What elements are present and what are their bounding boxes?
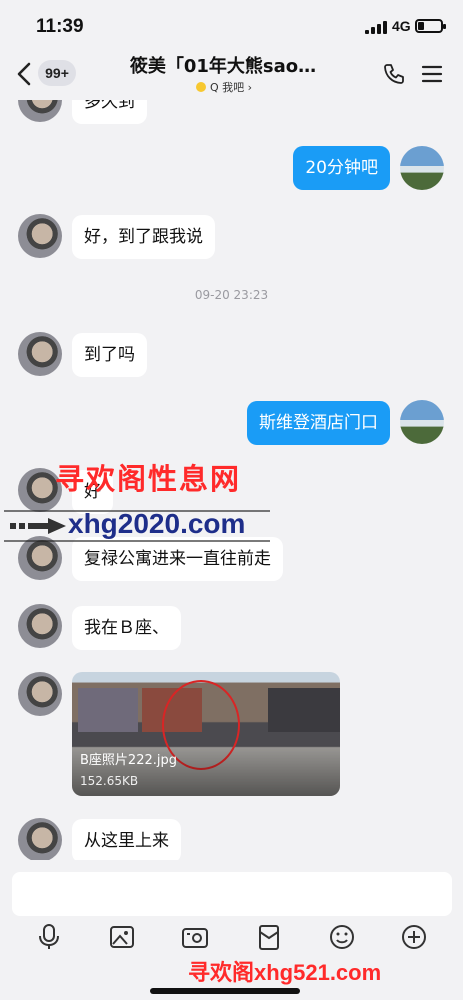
contact-avatar[interactable] [18, 818, 62, 860]
watermark-line [4, 540, 270, 542]
unread-badge[interactable]: 99+ [38, 60, 76, 86]
image-file-size: 152.65KB [80, 774, 139, 788]
watermark-url: 寻欢阁xhg521.com [188, 960, 382, 985]
microphone-icon[interactable] [34, 922, 64, 952]
battery-icon [415, 19, 446, 33]
timestamp: 09-20 23:23 [194, 288, 269, 302]
chat-subtitle[interactable]: Q 我吧 › [196, 79, 252, 95]
chevron-right-icon: › [247, 81, 253, 94]
watermark-url: xhg2020.com [68, 508, 246, 539]
message-bubble[interactable]: 斯维登酒店门口 [247, 401, 390, 445]
message-bubble[interactable]: 我在Ｂ座、 [72, 606, 181, 650]
signal-icon [365, 20, 389, 34]
status-time: 11:39 [36, 16, 84, 37]
network-type: 4G [392, 18, 411, 34]
menu-icon[interactable] [421, 63, 443, 85]
image-file-name: B座照片222.jpg [80, 753, 177, 768]
status-bar: 11:39 4G [0, 0, 463, 50]
photo-storefront [78, 688, 138, 732]
emoji-icon[interactable] [327, 922, 357, 952]
message-bubble[interactable]: 到了吗 [72, 333, 147, 377]
my-avatar[interactable] [400, 400, 444, 444]
image-icon[interactable] [107, 922, 137, 952]
chat-title[interactable]: 筱美「01年大熊sao… [118, 52, 328, 78]
chat-header: 99+ 筱美「01年大熊sao… Q 我吧 › [0, 50, 463, 100]
plus-icon[interactable] [399, 922, 429, 952]
contact-avatar[interactable] [18, 214, 62, 258]
contact-avatar[interactable] [18, 100, 62, 122]
message-bubble[interactable]: 好，到了跟我说 [72, 215, 215, 259]
my-avatar[interactable] [400, 146, 444, 190]
contact-avatar[interactable] [18, 332, 62, 376]
message-bubble[interactable]: 复禄公寓进来一直往前走 [72, 537, 283, 581]
contact-avatar[interactable] [18, 604, 62, 648]
camera-icon[interactable] [180, 922, 210, 952]
red-packet-icon[interactable] [254, 922, 284, 952]
contact-avatar[interactable] [18, 536, 62, 580]
image-message[interactable]: B座照片222.jpg 152.65KB [72, 672, 340, 796]
watermark-text: 寻欢阁性息网 [55, 462, 242, 496]
smile-icon [196, 82, 206, 92]
photo-storefront [268, 688, 340, 732]
message-bubble[interactable]: 20分钟吧 [293, 146, 390, 190]
subtitle-text: Q 我吧 [210, 81, 245, 94]
message-input[interactable] [12, 872, 452, 916]
contact-avatar[interactable] [18, 672, 62, 716]
arrow-right-icon [10, 518, 66, 534]
phone-icon[interactable] [382, 62, 406, 86]
back-icon[interactable] [12, 58, 36, 90]
home-indicator[interactable] [150, 988, 300, 994]
message-bubble[interactable]: 从这里上来 [72, 819, 181, 860]
message-bubble[interactable]: 多久到 [72, 100, 147, 124]
